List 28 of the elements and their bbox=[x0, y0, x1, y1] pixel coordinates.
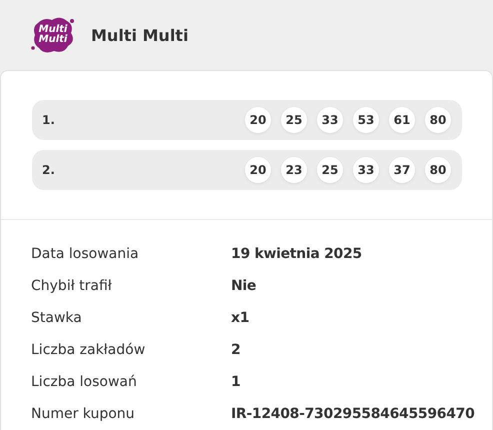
logo: Multi Multi bbox=[30, 15, 76, 55]
number-ball: 23 bbox=[281, 157, 307, 183]
detail-label: Liczba zakładów bbox=[31, 341, 146, 360]
detail-label: Stawka bbox=[31, 309, 83, 328]
number-ball: 33 bbox=[353, 157, 379, 183]
detail-value: Nie bbox=[231, 277, 258, 296]
detail-value: IR-12408-730295584645596470 bbox=[231, 405, 476, 424]
detail-value: 2 bbox=[231, 341, 242, 360]
number-ball: 33 bbox=[317, 107, 343, 133]
detail-label: Data losowania bbox=[31, 245, 140, 264]
number-ball: 37 bbox=[389, 157, 415, 183]
app-title: Multi Multi bbox=[91, 26, 188, 44]
number-ball: 53 bbox=[353, 107, 379, 133]
detail-label: Liczba losowań bbox=[31, 373, 138, 392]
number-ball: 80 bbox=[425, 157, 451, 183]
number-ball: 80 bbox=[425, 107, 451, 133]
detail-label: Chybił trafił bbox=[31, 277, 113, 296]
number-ball: 25 bbox=[317, 157, 343, 183]
number-ball: 25 bbox=[281, 107, 307, 133]
detail-value: 19 kwietnia 2025 bbox=[231, 245, 363, 264]
number-ball: 61 bbox=[389, 107, 415, 133]
detail-label: Numer kuponu bbox=[31, 405, 136, 424]
number-ball: 20 bbox=[245, 157, 271, 183]
detail-value: x1 bbox=[231, 309, 250, 328]
bet-number: 1. bbox=[42, 113, 55, 127]
bet-number: 2. bbox=[42, 163, 55, 177]
number-ball: 20 bbox=[245, 107, 271, 133]
detail-value: 1 bbox=[231, 373, 242, 392]
